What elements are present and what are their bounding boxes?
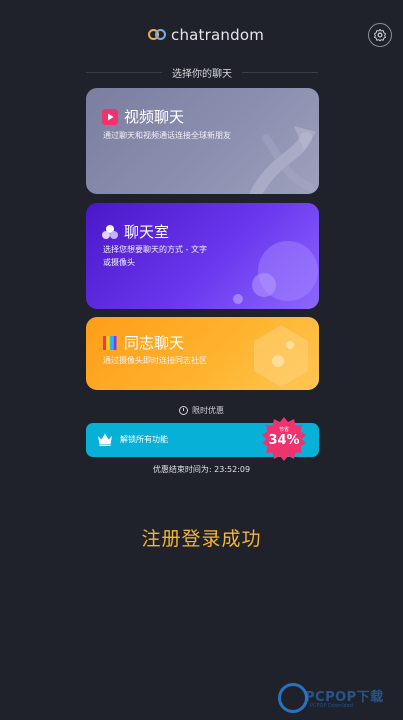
chat-room-description: 选择您想要聊天的方式 - 文字 或摄像头 — [103, 243, 207, 269]
offer-time: 23:52:09 — [214, 465, 251, 474]
clock-icon — [179, 406, 188, 415]
crown-icon — [98, 433, 112, 446]
app-name: chatrandom — [171, 26, 265, 44]
chat-room-description-line: 或摄像头 — [103, 258, 135, 267]
badge-save-label: 节省 — [278, 427, 289, 433]
limited-offer-text: 限时优惠 — [192, 406, 224, 415]
bubbles-decoration-icon — [233, 241, 318, 304]
discount-badge: 节省 34% — [261, 416, 307, 462]
gay-chat-title: 同志聊天 — [124, 334, 185, 352]
divider — [86, 71, 162, 73]
gay-chat-description: 通过摄像头即时连接同志社区 — [103, 356, 207, 365]
rainbow-icon — [103, 335, 117, 350]
badge-percent: 34% — [268, 433, 300, 448]
arrows-decoration-icon — [250, 126, 316, 194]
divider — [242, 71, 318, 73]
settings-button[interactable] — [368, 23, 392, 47]
video-chat-card[interactable]: 视频聊天 通过聊天和视频通话连接全球新朋友 — [86, 88, 319, 194]
unlock-label: 解锁所有功能 — [120, 435, 168, 444]
app-logo: chatrandom — [148, 26, 264, 44]
section-header: 选择你的聊天 — [86, 64, 318, 80]
chat-room-description-line: 选择您想要聊天的方式 - 文字 — [103, 245, 207, 254]
offer-countdown: 优惠结束时间为: 23:52:09 — [0, 464, 403, 475]
watermark-subtext: PCPOP Download — [310, 703, 353, 709]
limited-offer-label: 限时优惠 — [0, 405, 403, 416]
hexagon-decoration-icon — [254, 325, 308, 387]
watermark-logo-icon — [278, 683, 308, 713]
gay-chat-title-row: 同志聊天 — [102, 332, 184, 353]
play-icon — [102, 108, 118, 125]
chat-room-title: 聊天室 — [124, 223, 170, 241]
people-icon — [102, 224, 118, 239]
video-chat-description: 通过聊天和视频通话连接全球新朋友 — [103, 131, 231, 140]
app-header: chatrandom — [0, 22, 403, 50]
logo-icon — [148, 28, 168, 42]
chat-room-card[interactable]: 聊天室 选择您想要聊天的方式 - 文字 或摄像头 — [86, 203, 319, 309]
chat-room-title-row: 聊天室 — [102, 221, 169, 242]
watermark: PCPOP下载 PCPOP Download — [278, 683, 403, 717]
video-chat-title: 视频聊天 — [124, 108, 185, 126]
success-message: 注册登录成功 — [141, 528, 262, 550]
settings-icon — [373, 28, 387, 42]
gay-chat-card[interactable]: 同志聊天 通过摄像头即时连接同志社区 — [86, 317, 319, 390]
section-title: 选择你的聊天 — [172, 68, 232, 80]
video-chat-title-row: 视频聊天 — [102, 106, 184, 127]
offer-label: 优惠结束时间为: — [152, 465, 212, 474]
